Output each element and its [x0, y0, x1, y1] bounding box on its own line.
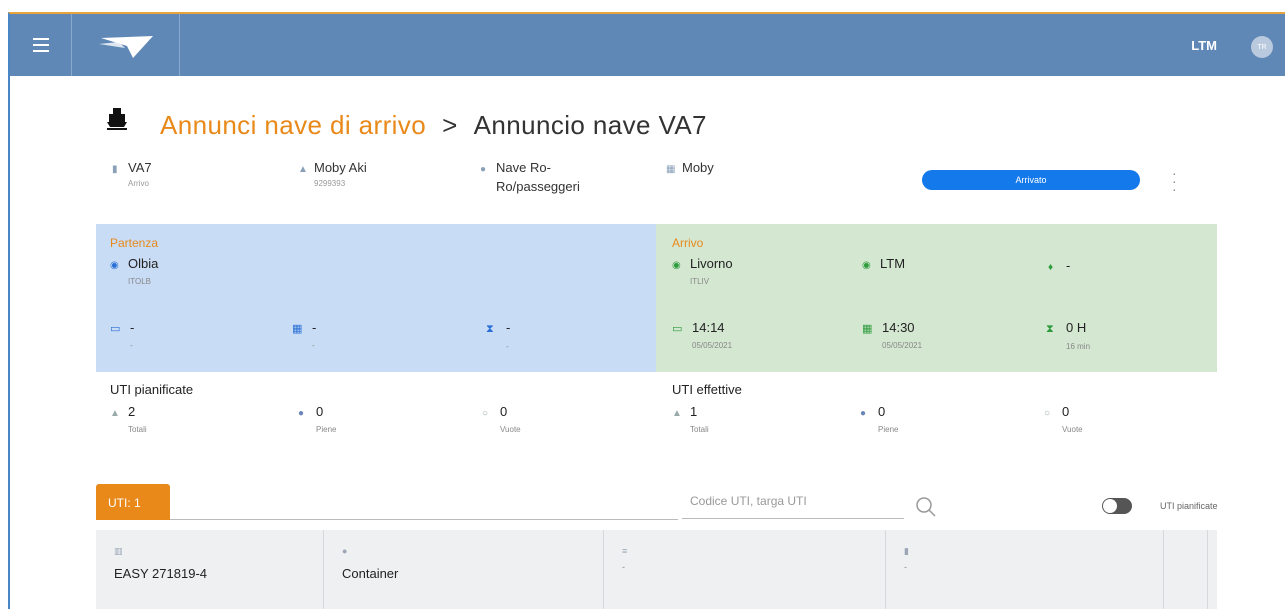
company-name: ▦ Moby	[666, 160, 714, 175]
arrival-berth: ♦ -	[1048, 258, 1071, 273]
building-icon: ▦	[666, 164, 676, 175]
pin-icon: ♦	[1048, 262, 1054, 273]
arrival-port: ◉ Livorno ITLIV	[672, 256, 733, 286]
calendar-icon: ▭	[672, 323, 683, 335]
departure-port: ◉ Olbia ITOLB	[110, 256, 159, 286]
search-input[interactable]: Codice UTI, targa UTI	[682, 484, 904, 519]
arrival-panel: Arrivo ◉ Livorno ITLIV ◉ LTM ♦ - ▭ 14:14 05/…	[656, 224, 1217, 372]
user-name[interactable]: LTM	[1191, 38, 1217, 53]
empty-circle-icon: ○	[482, 408, 489, 419]
arrow-logo-icon[interactable]	[72, 14, 180, 76]
hourglass-icon: ⧗	[486, 323, 494, 335]
filled-circle-icon: ●	[860, 408, 867, 419]
toggle-knob	[1103, 499, 1117, 513]
arrival-date-actual: ▦ 14:30 05/05/2021	[862, 320, 923, 350]
avatar[interactable]: TR	[1251, 36, 1273, 58]
top-bar: LTM TR	[10, 14, 1285, 76]
filled-circle-icon: ●	[298, 408, 305, 419]
departure-label: Partenza	[110, 236, 159, 250]
voyage-code: ▮ VA7 Arrivo	[112, 160, 152, 188]
hamburger-icon[interactable]	[10, 14, 72, 76]
calendar-icon: ▭	[110, 323, 121, 335]
tab-uti[interactable]: UTI: 1	[96, 484, 170, 520]
departure-date-planned: ▦ - -	[292, 320, 317, 350]
location-pin-icon: ◉	[672, 260, 681, 271]
departure-duration: ⧗ - -	[486, 320, 511, 351]
uti-planned-total: ▲ 2 Totali	[110, 404, 147, 434]
cell-code: ▥ EASY 271819-4	[96, 530, 324, 609]
ship-type: ● Nave Ro- Ro/passeggeri	[480, 160, 580, 194]
tab-underline	[170, 519, 678, 520]
hourglass-icon: ⧗	[1046, 323, 1054, 335]
uti-planned-empty: ○ 0 Vuote	[482, 404, 521, 434]
cell-type: ● Container	[324, 530, 604, 609]
info-icon: ●	[480, 164, 487, 175]
stack-icon: ▲	[110, 408, 120, 419]
uti-actual-title: UTI effettive	[672, 382, 742, 397]
departure-date: ▭ - -	[110, 320, 135, 350]
ship-icon	[107, 108, 127, 130]
empty-circle-icon: ○	[1044, 408, 1051, 419]
cell-bookmark: ▮ -	[886, 530, 1164, 609]
uti-planned-full: ● 0 Piene	[298, 404, 337, 434]
page-title: Annunci nave di arrivo > Annuncio nave VA7	[160, 110, 707, 141]
breadcrumb-parent[interactable]: Annunci nave di arrivo	[160, 110, 426, 140]
table-row[interactable]: ▥ EASY 271819-4 ● Container ≡ - ▮ -	[96, 530, 1217, 609]
ship-small-icon: ▲	[298, 164, 308, 175]
arrival-duration: ⧗ 0 H 16 min	[1046, 320, 1091, 351]
bookmark-icon: ▮	[904, 546, 909, 556]
uti-actual-total: ▲ 1 Totali	[672, 404, 709, 434]
uti-actual-full: ● 0 Piene	[860, 404, 899, 434]
app-frame: LTM TR Annunci nave di arrivo > Annuncio n…	[8, 12, 1285, 609]
cell-actions	[1164, 530, 1208, 609]
arrival-label: Arrivo	[672, 236, 704, 250]
list-icon: ≡	[622, 546, 628, 556]
toggle-label: UTI pianificate	[1160, 501, 1218, 511]
uti-planned-title: UTI pianificate	[110, 382, 194, 397]
barcode-icon: ▥	[114, 546, 123, 556]
arrival-date: ▭ 14:14 05/05/2021	[672, 320, 733, 350]
departure-panel: Partenza ◉ Olbia ITOLB ▭ - - ▦ - - ⧗ - -	[96, 224, 656, 372]
calendar-filled-icon: ▦	[292, 323, 303, 335]
uti-actual-empty: ○ 0 Vuote	[1044, 404, 1083, 434]
breadcrumb-separator: >	[442, 110, 458, 140]
info-icon: ●	[342, 546, 348, 556]
location-pin-icon: ◉	[110, 260, 119, 271]
breadcrumb-current: Annuncio nave VA7	[473, 110, 707, 140]
search-icon[interactable]	[915, 496, 937, 518]
stack-icon: ▲	[672, 408, 682, 419]
uti-planned-toggle[interactable]	[1102, 498, 1132, 514]
more-options-icon[interactable]: · · ·	[1172, 166, 1177, 196]
arrival-terminal: ◉ LTM	[862, 256, 906, 271]
location-pin-icon: ◉	[862, 260, 871, 271]
cell-list: ≡ -	[604, 530, 886, 609]
calendar-filled-icon: ▦	[862, 323, 873, 335]
bookmark-icon: ▮	[112, 164, 118, 175]
ship-name: ▲ Moby Aki 9299393	[298, 160, 367, 188]
status-badge: Arrivato	[922, 170, 1140, 190]
